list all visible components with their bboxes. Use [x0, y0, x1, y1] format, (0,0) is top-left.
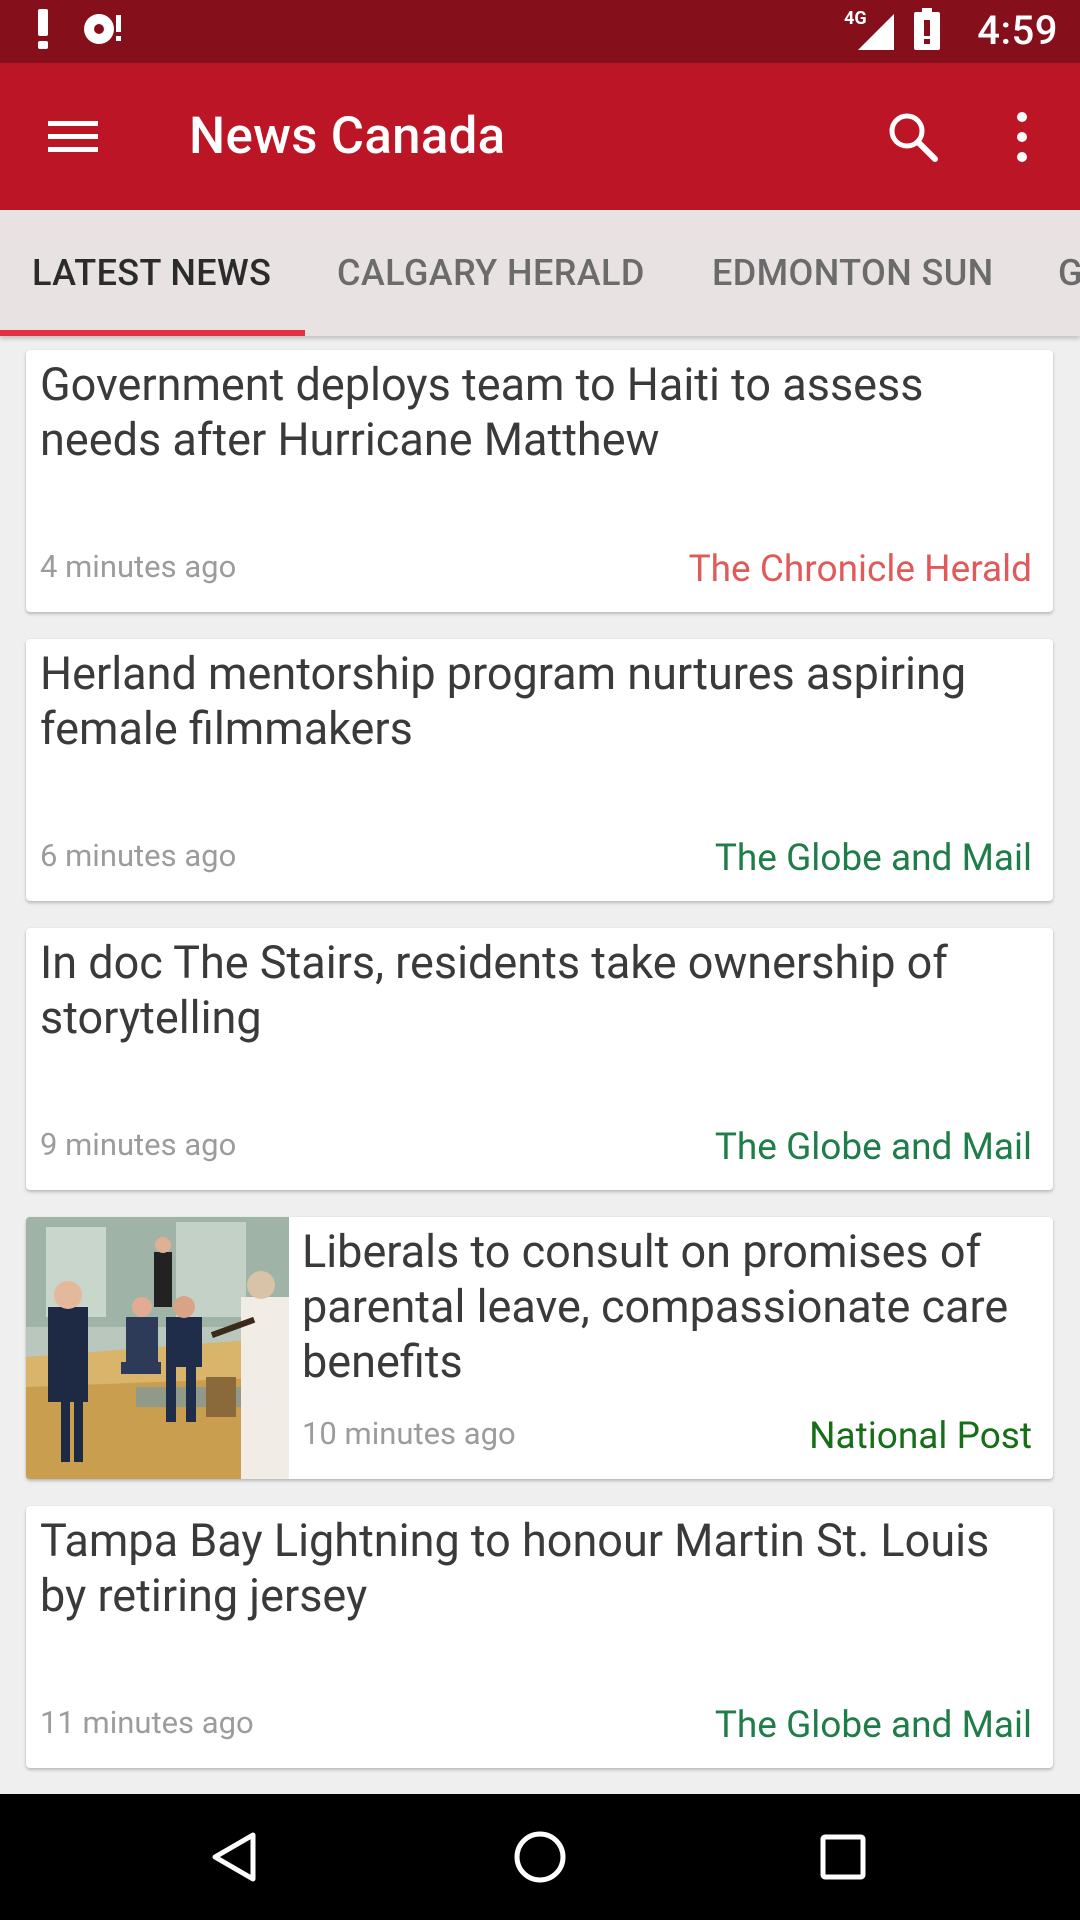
- home-button[interactable]: [510, 1827, 570, 1887]
- article-headline: Government deploys team to Haiti to asse…: [40, 358, 924, 466]
- article-card[interactable]: Herland mentorship program nurtures aspi…: [26, 639, 1053, 901]
- article-source[interactable]: The Globe and Mail: [715, 1126, 1032, 1169]
- article-time: 11 minutes ago: [40, 1704, 254, 1741]
- back-button[interactable]: [205, 1827, 265, 1887]
- article-headline: In doc The Stairs, residents take owners…: [40, 936, 948, 1044]
- article-source[interactable]: The Chronicle Herald: [689, 548, 1032, 591]
- search-icon: [889, 113, 938, 162]
- source-tabs: LATEST NEWS CALGARY HERALD EDMONTON SUN …: [0, 210, 1080, 336]
- tab-partial[interactable]: G: [1058, 210, 1080, 336]
- article-thumbnail: [26, 1217, 289, 1479]
- home-icon: [514, 1831, 566, 1883]
- menu-button[interactable]: [44, 107, 102, 165]
- navigation-bar: [0, 1794, 1080, 1920]
- article-source[interactable]: The Globe and Mail: [715, 1704, 1032, 1747]
- article-card[interactable]: Liberals to consult on promises of paren…: [26, 1217, 1053, 1479]
- recents-icon: [820, 1834, 866, 1880]
- battery-alert-icon: [914, 8, 940, 54]
- article-source[interactable]: National Post: [809, 1415, 1032, 1458]
- article-time: 10 minutes ago: [302, 1415, 516, 1452]
- sync-alert-icon: [82, 11, 124, 51]
- status-bar: 4G 4:59: [0, 0, 1080, 63]
- more-options-button[interactable]: [1000, 107, 1044, 167]
- more-vert-icon: [1017, 112, 1027, 162]
- article-headline: Liberals to consult on promises of paren…: [302, 1225, 1009, 1388]
- article-card[interactable]: Tampa Bay Lightning to honour Martin St.…: [26, 1506, 1053, 1768]
- article-card[interactable]: Government deploys team to Haiti to asse…: [26, 350, 1053, 612]
- tab-indicator: [0, 330, 305, 336]
- article-time: 6 minutes ago: [40, 837, 237, 874]
- app-bar: News Canada: [0, 63, 1080, 210]
- status-time: 4:59: [977, 7, 1058, 54]
- article-headline: Herland mentorship program nurtures aspi…: [40, 647, 967, 755]
- signal-4g-icon: 4G: [844, 8, 896, 52]
- recents-button[interactable]: [813, 1827, 873, 1887]
- back-icon: [212, 1832, 256, 1882]
- article-time: 4 minutes ago: [40, 548, 237, 585]
- app-title: News Canada: [189, 107, 506, 166]
- article-headline: Tampa Bay Lightning to honour Martin St.…: [40, 1514, 990, 1622]
- tab-edmonton-sun[interactable]: EDMONTON SUN: [712, 210, 994, 336]
- article-source[interactable]: The Globe and Mail: [715, 837, 1032, 880]
- article-time: 9 minutes ago: [40, 1126, 237, 1163]
- tab-calgary-herald[interactable]: CALGARY HERALD: [337, 210, 645, 336]
- menu-icon: [48, 121, 98, 152]
- search-button[interactable]: [883, 107, 943, 167]
- article-card[interactable]: In doc The Stairs, residents take owners…: [26, 928, 1053, 1190]
- tab-latest-news[interactable]: LATEST NEWS: [32, 210, 271, 336]
- alert-icon: [36, 9, 50, 53]
